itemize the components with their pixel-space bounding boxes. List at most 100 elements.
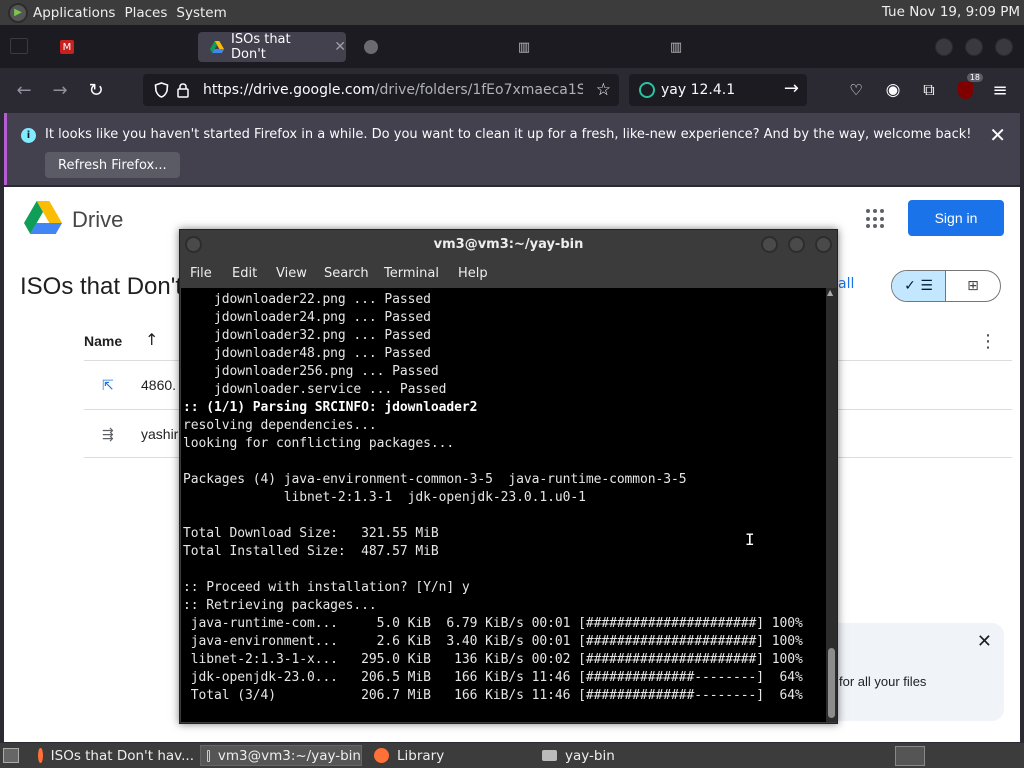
terminal-line: jdk-openjdk-23.0... 206.5 MiB 166 KiB/s …	[183, 670, 803, 685]
drive-title[interactable]: Drive	[72, 207, 123, 233]
terminal-line: java-environment... 2.6 KiB 3.40 KiB/s 0…	[183, 634, 803, 649]
menu-file[interactable]: File	[190, 266, 212, 281]
terminal-line: jdownloader256.png ... Passed	[183, 364, 439, 379]
terminal-line: libnet-2:1.3-1 jdk-openjdk-23.0.1.u0-1	[183, 490, 586, 505]
file-name[interactable]: 4860.	[141, 377, 176, 393]
taskbar-item-terminal[interactable]: vm3@vm3:~/yay-bin	[200, 745, 362, 766]
taskbar-item-drive[interactable]: ISOs that Don't hav...	[32, 745, 194, 766]
tab-archive-2[interactable]: ▥	[657, 32, 802, 62]
terminal-close-button[interactable]	[815, 236, 832, 253]
show-desktop-icon[interactable]	[3, 748, 19, 763]
close-promo-icon[interactable]: ✕	[977, 631, 992, 652]
file-name[interactable]: yashir	[141, 426, 178, 442]
tab-github[interactable]	[352, 32, 497, 62]
file-icon: ⇱	[102, 378, 114, 394]
tracking-protection-icon[interactable]	[153, 82, 169, 98]
menu-edit[interactable]: Edit	[232, 266, 257, 281]
clock[interactable]: Tue Nov 19, 9:09 PM	[882, 4, 1020, 20]
refresh-firefox-button[interactable]: Refresh Firefox...	[45, 152, 180, 178]
menu-view[interactable]: View	[276, 266, 307, 281]
workspace-switcher[interactable]	[895, 746, 925, 766]
navigation-bar: ← → ↻ https://drive.google.com/drive/fol…	[0, 68, 1024, 113]
column-header-name[interactable]: Name	[84, 333, 122, 349]
taskbar-item-library[interactable]: Library	[368, 745, 530, 766]
reload-icon[interactable]: ↻	[84, 78, 108, 102]
list-view-button[interactable]: ✓ ☰	[892, 271, 947, 301]
terminal-line: :: Retrieving packages...	[183, 598, 377, 613]
promo-text: for all your files	[839, 674, 927, 689]
text-cursor-icon: I	[745, 530, 755, 549]
search-input[interactable]: yay 12.4.1	[661, 82, 735, 98]
account-icon[interactable]: ◉	[881, 78, 905, 102]
archive-icon: ▥	[517, 39, 531, 55]
terminal-line: Total Installed Size: 487.57 MiB	[183, 544, 439, 559]
terminal-line: jdownloader22.png ... Passed	[183, 292, 431, 307]
ublock-badge: 18	[966, 73, 983, 82]
search-go-icon[interactable]: →	[784, 78, 799, 99]
url-bar[interactable]: https://drive.google.com/drive/folders/1…	[143, 74, 619, 106]
terminal-line: :: (1/1) Parsing SRCINFO: jdownloader2	[183, 400, 478, 415]
terminal-line: jdownloader32.png ... Passed	[183, 328, 431, 343]
google-drive-logo-icon[interactable]	[24, 201, 62, 235]
terminal-window: vm3@vm3:~/yay-bin File Edit View Search …	[179, 229, 838, 724]
tab-drive[interactable]: ISOs that Don't ✕	[198, 32, 346, 62]
extensions-icon[interactable]: ⧉	[917, 78, 941, 102]
sign-in-button[interactable]: Sign in	[908, 200, 1004, 236]
more-options-icon[interactable]: ⋮	[979, 331, 997, 352]
terminal-scrollbar[interactable]: ▲	[826, 288, 837, 722]
search-engine-icon[interactable]	[639, 82, 655, 98]
forward-icon[interactable]: →	[48, 78, 72, 102]
terminal-line: resolving dependencies...	[183, 418, 377, 433]
top-panel: ▶ Applications Places System Tue Nov 19,…	[0, 0, 1024, 25]
github-icon	[364, 40, 378, 54]
promo-card: ✕ for all your files	[822, 623, 1004, 721]
terminal-maximize-button[interactable]	[788, 236, 805, 253]
taskbar-item-yay-bin[interactable]: yay-bin	[536, 745, 698, 766]
terminal-titlebar[interactable]: vm3@vm3:~/yay-bin	[180, 230, 837, 260]
tab-strip: M ISOs that Don't ✕ ▥ ▥	[0, 25, 1024, 68]
system-menu[interactable]: System	[176, 5, 226, 21]
terminal-title: vm3@vm3:~/yay-bin	[433, 237, 584, 252]
maximize-button[interactable]	[965, 38, 983, 56]
terminal-line: libnet-2:1.3-1-x... 295.0 KiB 136 KiB/s …	[183, 652, 803, 667]
back-icon[interactable]: ←	[12, 78, 36, 102]
scrollbar-thumb[interactable]	[828, 648, 835, 718]
url-text[interactable]: https://drive.google.com/drive/folders/1…	[203, 82, 583, 98]
hamburger-menu-icon[interactable]: ≡	[988, 78, 1012, 102]
tab-overview-icon[interactable]	[10, 38, 28, 54]
search-bar[interactable]: yay 12.4.1 →	[629, 74, 807, 106]
tab-gmail[interactable]: M	[48, 32, 193, 62]
sort-arrow-up-icon[interactable]: ↑	[145, 330, 158, 349]
lock-icon[interactable]	[175, 82, 191, 98]
bookmark-star-icon[interactable]: ☆	[596, 80, 611, 100]
gmail-icon: M	[60, 40, 74, 54]
applications-menu[interactable]: Applications	[33, 5, 115, 21]
tab-close-icon[interactable]: ✕	[334, 39, 346, 55]
menu-search[interactable]: Search	[324, 266, 369, 281]
close-window-button[interactable]	[995, 38, 1013, 56]
menu-help[interactable]: Help	[458, 266, 488, 281]
folder-title: ISOs that Don't	[20, 273, 182, 300]
minimize-button[interactable]	[935, 38, 953, 56]
info-icon: i	[21, 128, 36, 143]
notification-message: It looks like you haven't started Firefo…	[45, 127, 972, 142]
terminal-line: Total Download Size: 321.55 MiB	[183, 526, 439, 541]
firefox-icon	[38, 748, 43, 763]
scroll-up-icon[interactable]: ▲	[827, 288, 833, 297]
places-menu[interactable]: Places	[124, 5, 167, 21]
menu-terminal[interactable]: Terminal	[384, 266, 439, 281]
file-icon: ⇶	[102, 427, 114, 443]
pocket-icon[interactable]: ♡	[844, 78, 868, 102]
terminal-line: looking for conflicting packages...	[183, 436, 455, 451]
grid-view-button[interactable]: ⊞	[946, 271, 1000, 301]
google-apps-icon[interactable]	[866, 209, 886, 229]
distro-logo-icon[interactable]: ▶	[8, 2, 28, 23]
terminal-icon	[207, 749, 210, 762]
tab-archive-1[interactable]: ▥	[505, 32, 650, 62]
terminal-screen[interactable]: jdownloader22.png ... Passed jdownloader…	[181, 288, 826, 722]
terminal-minimize-button[interactable]	[761, 236, 778, 253]
ublock-origin-icon[interactable]: 18	[953, 73, 983, 102]
view-toggle[interactable]: ✓ ☰ ⊞	[891, 270, 1001, 302]
download-all-link[interactable]: all	[838, 276, 854, 292]
close-notification-icon[interactable]: ✕	[989, 123, 1006, 147]
